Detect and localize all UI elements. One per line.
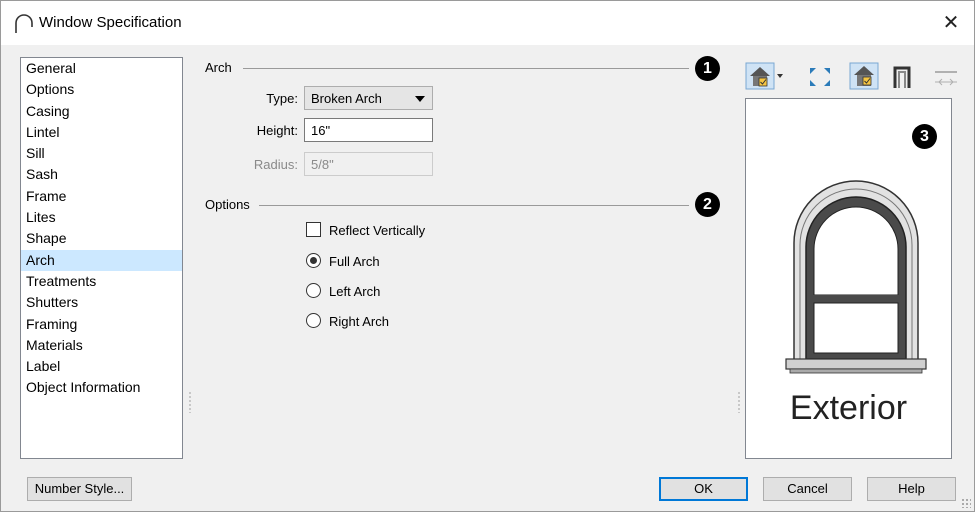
type-label: Type: [266, 91, 298, 106]
radius-label: Radius: [253, 157, 298, 172]
sidebar-item-arch[interactable]: Arch [21, 249, 182, 271]
options-group-divider [259, 205, 689, 206]
resize-grip[interactable] [961, 498, 971, 508]
arch-group-divider [243, 68, 689, 69]
sidebar-item-sill[interactable]: Sill [21, 143, 182, 164]
arch-window-icon [15, 14, 33, 33]
color-view-icon[interactable] [849, 62, 879, 90]
sidebar-item-materials[interactable]: Materials [21, 335, 182, 356]
number-style-button[interactable]: Number Style... [27, 477, 132, 501]
left-splitter-handle[interactable] [189, 391, 191, 413]
sidebar-item-label[interactable]: Label [21, 356, 182, 377]
full-arch-label[interactable]: Full Arch [329, 254, 380, 269]
right-arch-radio[interactable] [306, 313, 321, 328]
options-group-label: Options [205, 197, 250, 212]
sidebar-item-sash[interactable]: Sash [21, 164, 182, 185]
title-bar: Window Specification ✕ [1, 1, 974, 45]
sidebar-item-shutters[interactable]: Shutters [21, 292, 182, 313]
fill-window-icon[interactable] [808, 62, 832, 90]
dialog-title: Window Specification [39, 14, 182, 31]
callout-badge-1: 1 [695, 56, 720, 81]
sidebar-item-treatments[interactable]: Treatments [21, 271, 182, 292]
callout-badge-2: 2 [695, 192, 720, 217]
sidebar-item-frame[interactable]: Frame [21, 186, 182, 207]
left-arch-label[interactable]: Left Arch [329, 284, 380, 299]
category-list[interactable]: General Options Casing Lintel Sill Sash … [20, 57, 183, 459]
wall-section-icon[interactable] [891, 62, 915, 90]
preview-panel: 3 Exterior [745, 98, 952, 459]
callout-badge-3: 3 [912, 124, 937, 149]
height-label: Height: [256, 123, 298, 138]
sidebar-item-shape[interactable]: Shape [21, 228, 182, 249]
sidebar-item-lintel[interactable]: Lintel [21, 122, 182, 143]
right-splitter-handle[interactable] [738, 391, 740, 413]
radius-input [304, 152, 433, 176]
close-button[interactable]: ✕ [936, 9, 966, 37]
sidebar-item-general[interactable]: General [21, 58, 182, 79]
sidebar-item-lites[interactable]: Lites [21, 207, 182, 228]
sidebar-item-casing[interactable]: Casing [21, 101, 182, 122]
arch-type-select[interactable]: Broken Arch [304, 86, 433, 110]
chevron-down-icon [415, 96, 425, 102]
full-arch-radio[interactable] [306, 253, 321, 268]
cancel-button[interactable]: Cancel [763, 477, 852, 501]
dimension-icon[interactable] [933, 62, 959, 90]
left-arch-radio[interactable] [306, 283, 321, 298]
preview-view-label: Exterior [789, 389, 908, 427]
camera-view-dropdown-icon[interactable] [745, 62, 785, 90]
window-specification-dialog: Window Specification ✕ General Options C… [0, 0, 975, 512]
right-arch-label[interactable]: Right Arch [329, 314, 389, 329]
help-button[interactable]: Help [867, 477, 956, 501]
ok-button[interactable]: OK [659, 477, 748, 501]
arch-type-value: Broken Arch [311, 91, 382, 106]
height-input[interactable] [304, 118, 433, 142]
arch-group-label: Arch [205, 60, 232, 75]
reflect-vertically-checkbox[interactable] [306, 222, 321, 237]
window-preview-image [785, 180, 927, 374]
sidebar-item-options[interactable]: Options [21, 79, 182, 100]
sidebar-item-framing[interactable]: Framing [21, 314, 182, 335]
radio-selected-dot [310, 257, 317, 264]
sidebar-item-object-information[interactable]: Object Information [21, 377, 182, 398]
reflect-vertically-label[interactable]: Reflect Vertically [329, 223, 425, 238]
